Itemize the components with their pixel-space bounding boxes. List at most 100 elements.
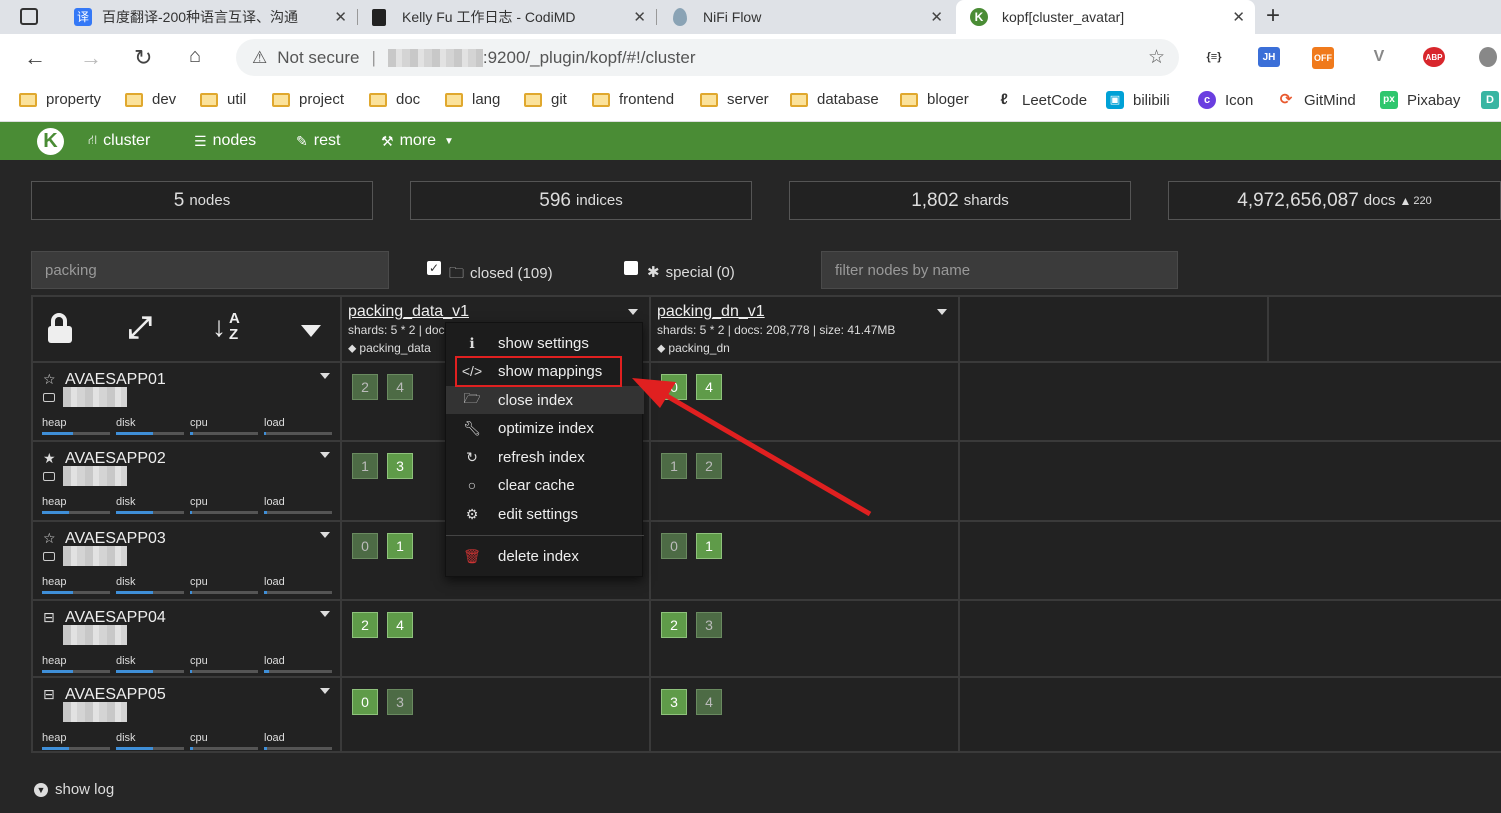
- bookmark-folder[interactable]: git: [524, 91, 567, 108]
- close-icon[interactable]: ✕: [334, 8, 347, 26]
- bookmark-folder[interactable]: frontend: [592, 91, 674, 108]
- bookmark-icon-site[interactable]: c Icon: [1198, 91, 1253, 109]
- extension-json-icon[interactable]: {≡}: [1203, 47, 1225, 67]
- menu-close-index[interactable]: 🗁 close index: [446, 386, 644, 414]
- nav-nodes[interactable]: ☰ nodes: [194, 132, 256, 150]
- bookmark-pixabay[interactable]: px Pixabay: [1380, 91, 1460, 109]
- index-name-link[interactable]: packing_dn_v1: [657, 303, 947, 321]
- closed-checkbox[interactable]: ✓: [427, 261, 441, 275]
- shard-box[interactable]: 1: [696, 533, 722, 559]
- menu-edit-settings[interactable]: ⚙ edit settings: [446, 500, 644, 528]
- forward-icon[interactable]: →: [80, 45, 102, 71]
- extension-jh-icon[interactable]: JH: [1258, 47, 1280, 67]
- back-icon[interactable]: ←: [24, 45, 46, 71]
- extension-puzzle-icon[interactable]: [1479, 47, 1497, 67]
- shard-box[interactable]: 3: [387, 453, 413, 479]
- index-menu-caret[interactable]: [937, 309, 947, 315]
- bookmark-folder[interactable]: database: [790, 91, 879, 108]
- nav-more[interactable]: ⚒ more ▼: [381, 132, 454, 150]
- bookmark-star-icon[interactable]: ☆: [1148, 46, 1165, 69]
- extension-off-icon[interactable]: OFF: [1312, 47, 1334, 69]
- tab-codimd[interactable]: Kelly Fu 工作日志 - CodiMD ✕: [358, 0, 656, 34]
- tab-list-icon[interactable]: [20, 8, 38, 25]
- bookmark-gitmind[interactable]: ⟳ GitMind: [1277, 91, 1356, 109]
- filter-indices-input[interactable]: packing: [31, 251, 389, 289]
- redacted-node-address: [63, 625, 127, 645]
- nav-cluster[interactable]: ⛙ cluster: [88, 132, 150, 150]
- menu-optimize-index[interactable]: 🔧︎ optimize index: [446, 414, 644, 442]
- nav-rest[interactable]: ✎ rest: [296, 132, 340, 150]
- show-log-toggle[interactable]: ▼ show log: [34, 781, 114, 798]
- close-icon[interactable]: ✕: [633, 8, 646, 26]
- metric-label-disk: disk: [116, 496, 136, 508]
- metric-bar-cpu: [190, 432, 258, 435]
- metric-label-cpu: cpu: [190, 417, 208, 429]
- bookmark-folder[interactable]: server: [700, 91, 769, 108]
- bookmark-folder[interactable]: dev: [125, 91, 176, 108]
- sort-alpha-icon[interactable]: ↓ A Z: [212, 311, 240, 343]
- close-icon[interactable]: ✕: [1232, 8, 1245, 26]
- shard-box[interactable]: 3: [387, 689, 413, 715]
- tab-nifi-flow[interactable]: NiFi Flow ✕: [657, 0, 953, 34]
- new-tab-icon[interactable]: +: [1266, 2, 1280, 30]
- shard-box[interactable]: 1: [352, 453, 378, 479]
- bookmark-folder[interactable]: project: [272, 91, 344, 108]
- close-icon[interactable]: ✕: [930, 8, 943, 26]
- folder-icon: [524, 92, 542, 107]
- expand-icon[interactable]: ⤢: [128, 311, 152, 345]
- metric-label-load: load: [264, 496, 285, 508]
- shard-box[interactable]: 0: [352, 689, 378, 715]
- node-menu-caret[interactable]: [320, 452, 330, 458]
- index-meta: shards: 5 * 2 | docs: 208,778 | size: 41…: [657, 323, 896, 337]
- node-menu-caret[interactable]: [320, 611, 330, 617]
- reload-icon[interactable]: ↻: [134, 45, 152, 71]
- shard-box[interactable]: 0: [352, 533, 378, 559]
- shard-box[interactable]: 3: [661, 689, 687, 715]
- bookmark-leetcode[interactable]: ℓ LeetCode: [995, 91, 1087, 109]
- metric-bar-cpu: [190, 747, 258, 750]
- address-bar[interactable]: ⚠ Not secure | :9200/_plugin/kopf/#!/clu…: [236, 39, 1179, 76]
- metric-fill: [264, 591, 267, 594]
- node-menu-caret[interactable]: [320, 688, 330, 694]
- bookmark-more[interactable]: D: [1481, 91, 1501, 109]
- node-row: ★ AVAESAPP02 heap disk cpu load: [33, 442, 341, 520]
- home-icon[interactable]: ⌂: [189, 45, 201, 68]
- filter-nodes-input[interactable]: filter nodes by name: [821, 251, 1178, 289]
- bookmark-folder[interactable]: util: [200, 91, 246, 108]
- stat-shards: 1,802 shards: [789, 181, 1131, 220]
- dropdown-triangle-icon[interactable]: [301, 325, 321, 337]
- shard-box[interactable]: 2: [352, 374, 378, 400]
- shard-box[interactable]: 0: [661, 533, 687, 559]
- shard-box[interactable]: 1: [387, 533, 413, 559]
- shard-box[interactable]: 4: [387, 612, 413, 638]
- wrench-icon: 🔧︎: [463, 419, 481, 436]
- metric-fill: [264, 511, 268, 514]
- shard-box[interactable]: 4: [696, 689, 722, 715]
- menu-refresh-index[interactable]: ↻ refresh index: [446, 443, 644, 471]
- extension-adblock-icon[interactable]: ABP: [1423, 47, 1445, 67]
- unlock-icon[interactable]: [48, 313, 72, 343]
- bookmark-folder[interactable]: doc: [369, 91, 420, 108]
- menu-clear-cache[interactable]: ○ clear cache: [446, 471, 644, 499]
- node-menu-caret[interactable]: [320, 373, 330, 379]
- shard-box[interactable]: 2: [352, 612, 378, 638]
- index-name-link[interactable]: packing_data_v1: [348, 303, 638, 321]
- server-icon: ☰: [194, 132, 207, 149]
- menu-delete-index[interactable]: 🗑︎ delete index: [446, 542, 644, 570]
- special-checkbox[interactable]: [624, 261, 638, 275]
- shard-box[interactable]: 4: [387, 374, 413, 400]
- index-menu-caret[interactable]: [628, 309, 638, 315]
- bookmark-bilibili[interactable]: ▣ bilibili: [1106, 91, 1170, 109]
- node-menu-caret[interactable]: [320, 532, 330, 538]
- shard-box[interactable]: 2: [661, 612, 687, 638]
- extension-vue-icon[interactable]: V: [1368, 47, 1390, 67]
- bookmark-folder[interactable]: bloger: [900, 91, 969, 108]
- menu-show-settings[interactable]: ℹ show settings: [446, 329, 644, 357]
- kopf-logo[interactable]: K: [37, 128, 64, 155]
- tab-kopf-cluster[interactable]: K kopf[cluster_avatar] ✕: [956, 0, 1255, 34]
- metric-label-heap: heap: [42, 576, 67, 588]
- shard-box[interactable]: 3: [696, 612, 722, 638]
- bookmark-folder[interactable]: lang: [445, 91, 500, 108]
- bookmark-folder[interactable]: property: [19, 91, 101, 108]
- tab-baidu-translate[interactable]: 译 百度翻译-200种语言互译、沟通 ✕: [62, 0, 357, 34]
